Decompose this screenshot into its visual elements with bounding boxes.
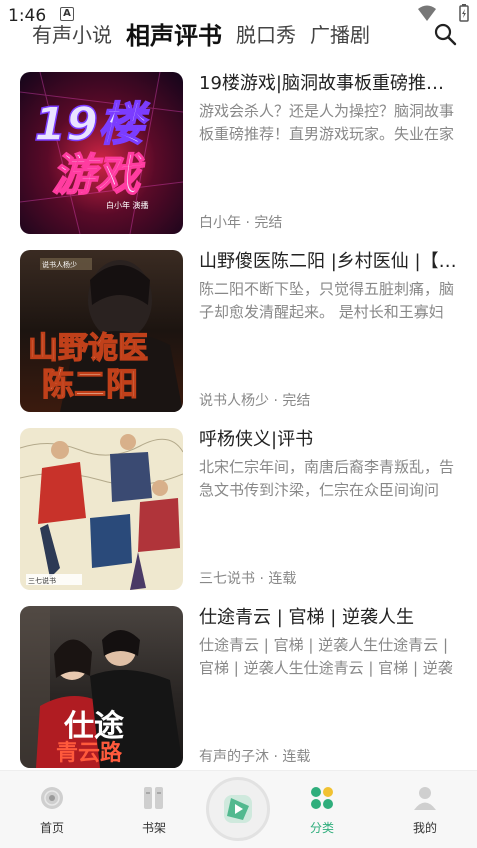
cover-narrator: 白小年 演播 <box>106 200 149 210</box>
nav-bookshelf[interactable]: 书架 <box>124 785 184 836</box>
cover-title-1: 仕途 <box>63 709 125 744</box>
search-icon[interactable] <box>433 22 457 46</box>
nav-profile-label: 我的 <box>412 821 437 835</box>
list-item[interactable]: 三七说书 呼杨侠义|评书 北宋仁宗年间，南唐后裔李青叛乱，告急文书传到汴梁，仁宗… <box>0 422 477 600</box>
cover-image: 三七说书 <box>20 428 183 590</box>
item-description: 北宋仁宗年间，南唐后裔李青叛乱，告急文书传到汴梁，仁宗在众臣间询问 <box>199 458 455 499</box>
wifi-icon <box>418 5 436 21</box>
item-title: 呼杨侠义|评书 <box>199 429 314 450</box>
cover-narrator: 三七说书 <box>28 576 56 585</box>
disc-icon <box>41 787 63 809</box>
item-description: 陈二阳不断下坠，只觉得五脏刺痛，脑子却愈发清醒起来。 是村长和王寡妇 <box>199 280 455 321</box>
battery-icon <box>459 4 469 22</box>
cover-title-1: 19楼 <box>34 97 150 151</box>
list-item[interactable]: 说书人杨少 山野诡医 陈二阳 山野傻医陈二阳 |乡村医仙 |【精品】 陈二阳不断… <box>0 244 477 422</box>
item-description: 仕途青云 | 官梯 | 逆袭人生仕途青云 | 官梯 | 逆袭人生仕途青云 | 官… <box>199 636 453 677</box>
cover-image: 仕途 青云路 <box>20 606 183 768</box>
bookshelf-icon <box>144 787 163 809</box>
cover-image: 说书人杨少 山野诡医 陈二阳 <box>20 250 183 412</box>
status-icons <box>417 4 469 22</box>
tab-talk-show[interactable]: 脱口秀 <box>236 19 296 48</box>
player-button[interactable] <box>206 777 270 841</box>
nav-category[interactable]: 分类 <box>292 785 352 836</box>
cover-title-2: 青云路 <box>56 740 123 766</box>
cover-image: 19楼 游戏 白小年 演播 <box>20 72 183 234</box>
item-meta: 白小年 · 完结 <box>199 215 283 231</box>
item-meta: 说书人杨少 · 完结 <box>199 393 311 409</box>
nav-home-label: 首页 <box>39 821 64 835</box>
cover-title-2: 游戏 <box>52 150 145 201</box>
cover-title-2: 陈二阳 <box>42 365 138 403</box>
status-time: 1:46 <box>8 6 47 26</box>
tab-crosstalk[interactable]: 相声评书 <box>126 16 222 51</box>
svg-text:说书人杨少: 说书人杨少 <box>42 260 77 269</box>
list-item[interactable]: 19楼 游戏 白小年 演播 19楼游戏|脑洞故事板重磅推荐|惊悚 游戏会杀人？还… <box>0 66 477 244</box>
bottom-navigation: 首页 书架 分类 我的 <box>0 770 477 848</box>
item-title: 19楼游戏|脑洞故事板重磅推荐|惊悚 <box>199 73 457 94</box>
nav-category-label: 分类 <box>309 821 334 835</box>
nav-home[interactable]: 首页 <box>22 785 82 836</box>
category-icon <box>311 787 333 809</box>
nav-bookshelf-label: 书架 <box>141 821 166 835</box>
notification-icon: A <box>60 7 74 21</box>
item-title: 山野傻医陈二阳 |乡村医仙 |【精品】 <box>199 251 457 272</box>
item-description: 游戏会杀人？还是人为操控？脑洞故事板重磅推荐！直男游戏玩家。失业在家 <box>199 102 455 143</box>
item-meta: 有声的子沐 · 连载 <box>199 749 311 765</box>
profile-icon <box>414 787 436 810</box>
play-icon <box>224 795 252 823</box>
cover-title-1: 山野诡医 <box>28 331 148 366</box>
item-meta: 三七说书 · 连载 <box>199 571 297 587</box>
item-title: 仕途青云 | 官梯 | 逆袭人生 <box>199 607 415 628</box>
nav-profile[interactable]: 我的 <box>395 785 455 836</box>
audiobook-list: 19楼 游戏 白小年 演播 19楼游戏|脑洞故事板重磅推荐|惊悚 游戏会杀人？还… <box>0 66 477 778</box>
tab-radio-drama[interactable]: 广播剧 <box>310 19 370 48</box>
list-item[interactable]: 仕途 青云路 仕途青云 | 官梯 | 逆袭人生 仕途青云 | 官梯 | 逆袭人生… <box>0 600 477 778</box>
